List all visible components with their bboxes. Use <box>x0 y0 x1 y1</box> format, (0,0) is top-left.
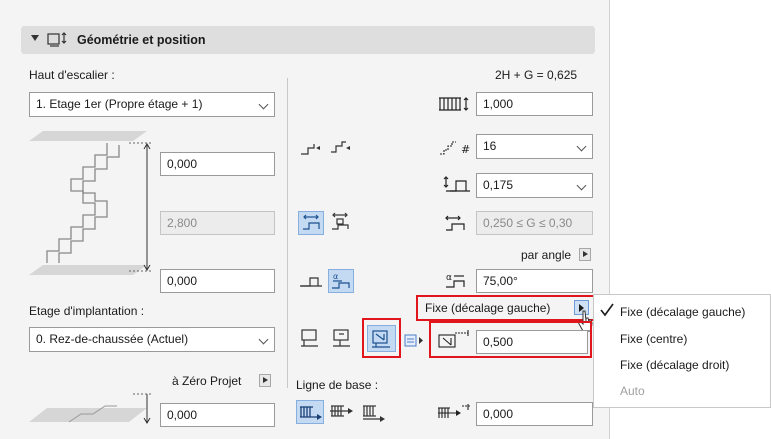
zero-project-field[interactable]: 0,000 <box>160 403 275 427</box>
riser-height-select[interactable]: 0,175 <box>476 173 593 198</box>
offset-mode-dropdown-menu: Fixe (décalage gauche) Fixe (centre) Fix… <box>593 294 771 408</box>
stair-width-field[interactable]: 1,000 <box>476 92 593 116</box>
zero-project-menu-button[interactable] <box>259 374 271 387</box>
section-title: Géométrie et position <box>77 33 206 47</box>
top-level-select[interactable]: 1. Etage 1er (Propre étage + 1) <box>29 92 275 117</box>
slope-by-angle-button[interactable]: α <box>328 269 354 293</box>
walkline-offset-icon <box>438 330 469 348</box>
slope-height-icon <box>300 277 322 287</box>
baseline-offset-field[interactable]: 0,000 <box>476 402 593 426</box>
baseline-left-icon <box>300 406 322 420</box>
baseline-right-icon <box>363 405 385 422</box>
walkline-offset-field[interactable]: 0,500 <box>476 330 588 354</box>
walkline-center-icon <box>333 329 350 347</box>
chevron-down-icon <box>576 141 587 152</box>
bottom-height-field[interactable]: 0,000 <box>160 269 275 293</box>
stair-base-illustration <box>29 393 153 424</box>
menu-item-auto: Auto <box>620 384 645 398</box>
top-height-field[interactable]: 0,000 <box>160 152 275 176</box>
column-divider <box>287 78 288 388</box>
baseline-right-button[interactable] <box>360 400 388 424</box>
menu-item-fixe-gauche[interactable]: Fixe (décalage gauche) <box>620 305 745 319</box>
stair-formula: 2H + G = 0,625 <box>495 68 578 82</box>
baseline-offset-icon <box>438 404 470 418</box>
zero-project-label: à Zéro Projet <box>172 374 242 388</box>
walkline-custom-icon <box>372 330 390 348</box>
riser-count-select[interactable]: 16 <box>476 134 593 159</box>
going-range-button[interactable] <box>328 211 354 235</box>
riser-height-icon <box>443 176 470 192</box>
checkmark-icon <box>600 303 614 317</box>
menu-item-fixe-droit[interactable]: Fixe (décalage droit) <box>620 358 729 372</box>
slope-by-height-button[interactable] <box>298 269 324 293</box>
section-header[interactable]: Géométrie et position <box>21 26 595 54</box>
riser-height-value: 0,175 <box>483 178 514 192</box>
svg-text:α: α <box>446 273 452 283</box>
walkline-custom-button[interactable] <box>367 325 396 352</box>
walkline-options-icon[interactable] <box>404 334 426 348</box>
stair-end-type-button[interactable] <box>328 136 354 160</box>
walkline-left-icon <box>301 329 318 347</box>
going-fixed-icon <box>303 214 320 230</box>
chevron-down-icon <box>258 334 269 345</box>
stair-start-icon <box>301 144 320 155</box>
baseline-center-button[interactable] <box>328 400 356 424</box>
going-range-icon <box>332 212 349 230</box>
angle-icon: α <box>446 273 465 288</box>
svg-text:#: # <box>461 143 470 156</box>
svg-text:α: α <box>333 272 338 281</box>
placement-level-label: Etage d'implantation : <box>29 304 145 318</box>
top-level-select-value: 1. Etage 1er (Propre étage + 1) <box>36 97 203 111</box>
stair-width-icon <box>439 97 469 111</box>
stair-end-icon <box>331 141 350 153</box>
placement-level-select[interactable]: 0. Rez-de-chaussée (Actuel) <box>29 327 275 352</box>
par-angle-menu-button[interactable] <box>579 248 591 261</box>
riser-count-icon: # <box>440 141 470 156</box>
top-level-label: Haut d'escalier : <box>29 68 115 82</box>
baseline-center-icon <box>330 405 353 417</box>
going-icon <box>445 215 465 231</box>
going-fixed-button[interactable] <box>298 211 324 235</box>
menu-item-fixe-centre[interactable]: Fixe (centre) <box>620 332 687 346</box>
stair-start-type-button[interactable] <box>298 136 324 160</box>
par-angle-label: par angle <box>521 248 572 262</box>
geometry-icon <box>47 32 67 47</box>
chevron-down-icon <box>258 99 269 110</box>
placement-level-select-value: 0. Rez-de-chaussée (Actuel) <box>36 332 189 346</box>
baseline-left-button[interactable] <box>296 400 324 424</box>
walkline-left-button[interactable] <box>298 326 324 350</box>
stair-elevation-illustration <box>29 131 153 275</box>
walkline-center-button[interactable] <box>330 326 356 350</box>
collapse-triangle-icon[interactable] <box>31 35 39 41</box>
riser-count-value: 16 <box>483 139 497 153</box>
total-height-field: 2,800 <box>160 211 275 235</box>
angle-field[interactable]: 75,00° <box>476 269 593 293</box>
offset-mode-label: Fixe (décalage gauche) <box>425 301 551 315</box>
slope-angle-icon: α <box>332 272 350 289</box>
chevron-down-icon <box>576 180 587 191</box>
baseline-label: Ligne de base : <box>296 378 379 392</box>
going-range-field: 0,250 ≤ G ≤ 0,30 <box>476 211 593 235</box>
